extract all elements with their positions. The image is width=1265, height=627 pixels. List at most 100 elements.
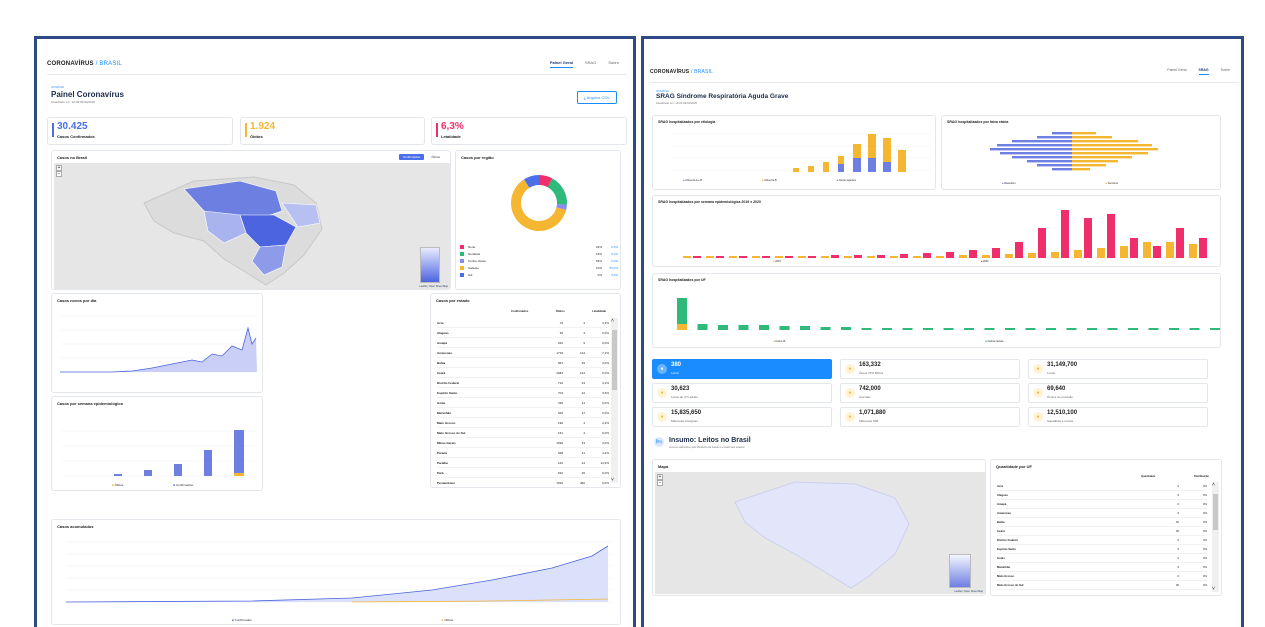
state-lethality: 0,0%: [602, 430, 609, 435]
supply-stat-card[interactable]: ● 1,071,880 Máscaras N95: [840, 407, 1020, 427]
supply-stat-card[interactable]: ● 30,623 Leitos de UTI adulto: [652, 383, 832, 403]
bar-2019: [867, 256, 875, 258]
state-confirmed: 704: [557, 390, 563, 395]
state-lethality: 4,2%: [602, 450, 609, 455]
week-2019-2020-card: SRAG hospitalizados por semana epidemiol…: [652, 195, 1221, 267]
table-row[interactable]: Goiás 336 14 0,0%: [437, 398, 609, 408]
table-row[interactable]: Minas Gerais 1090 33 3,0%: [437, 438, 609, 448]
supply-stat-card[interactable]: ● 69,640 Óculos de proteção: [1028, 383, 1208, 403]
csv-download-button[interactable]: ⤓ Arquivo CSV: [577, 91, 617, 104]
map-area[interactable]: + − Leaflet | Open Street Map: [655, 472, 985, 594]
map-attribution[interactable]: Leaflet | Open Street Map: [419, 285, 448, 288]
brand-name: CORONAVÍRUS: [650, 68, 690, 75]
col-obitos[interactable]: Óbitos: [556, 309, 565, 313]
scroll-up-icon[interactable]: ˄: [1212, 482, 1215, 488]
tab-srag[interactable]: SRAG: [585, 60, 596, 68]
tab-srag[interactable]: SRAG: [1198, 68, 1209, 75]
brand[interactable]: CORONAVÍRUS / BRASIL: [650, 69, 713, 75]
supply-stat-card[interactable]: ● 12,510,100 Sapatilhas e toucas: [1028, 407, 1208, 427]
supply-stat-card[interactable]: ● 15,835,650 Máscaras cirúrgicas: [652, 407, 832, 427]
toggle-confirmados[interactable]: Confirmados: [398, 154, 424, 160]
table-row[interactable]: Espírito Santo 0 0%: [997, 545, 1207, 554]
bar-2020: [1084, 218, 1092, 258]
toggle-obitos[interactable]: Óbitos: [427, 154, 444, 160]
table-row[interactable]: Mato Grosso 190 4 2,2%: [437, 418, 609, 428]
bottle-icon: ●: [845, 364, 855, 374]
table-row[interactable]: Pará 632 25 0,0%: [437, 468, 609, 478]
table-row[interactable]: Ceará 2084 124 6,0%: [437, 368, 609, 378]
supply-stat-card[interactable]: ● 742,000 Aventais: [840, 383, 1020, 403]
map-area[interactable]: + − Leaflet | Open Street Map: [54, 163, 450, 289]
updated-text: Atualizado em: 16:00 06/04/2020: [656, 101, 698, 105]
table-row[interactable]: Mato Grosso do Sul 151 4 0,0%: [437, 428, 609, 438]
table-row[interactable]: Espírito Santo 704 22 3,6%: [437, 388, 609, 398]
age-legend: ■ Masculino ■ Feminino: [1002, 182, 1118, 185]
nav-tabs: Painel Geral SRAG Sobre: [549, 60, 619, 68]
bar-2019: [1120, 246, 1128, 258]
stat-label: Óculos de proteção: [1047, 395, 1074, 399]
supply-stat-card[interactable]: ● 380 Leitos: [652, 359, 832, 379]
table-row[interactable]: Bahia 961 29 3,0%: [437, 358, 609, 368]
table-row[interactable]: Paraná 928 41 4,2%: [437, 448, 609, 458]
uf-quantity: 30: [1175, 529, 1179, 533]
insumo-map-title: Mapa: [658, 464, 669, 469]
uf-distribution: 0%: [1202, 547, 1207, 551]
table-row[interactable]: Distrito Federal 710 23 3,2%: [437, 378, 609, 388]
map-attribution[interactable]: Leaflet | Open Street Map: [954, 590, 983, 593]
table-row[interactable]: Amapá 262 9 0,0%: [437, 338, 609, 348]
scroll-thumb[interactable]: [612, 330, 617, 390]
table-row[interactable]: Amazonas 0 0%: [997, 509, 1207, 518]
uf-name: Goiás: [997, 556, 1005, 560]
table-row[interactable]: Alagoas 0 0%: [997, 491, 1207, 500]
state-confirmed: 2084: [556, 370, 563, 375]
zoom-out-button[interactable]: −: [56, 171, 62, 177]
uf-distribution: 0%: [1202, 502, 1207, 506]
table-row[interactable]: Maranhão 0 0%: [997, 563, 1207, 572]
legend-obitos: ■ Óbitos: [441, 618, 453, 622]
scrollbar[interactable]: ˄ ˅: [1212, 482, 1219, 592]
zoom-out-button[interactable]: −: [657, 480, 663, 486]
scroll-up-icon[interactable]: ˄: [611, 318, 614, 324]
table-row[interactable]: Acre 0 0%: [997, 482, 1207, 491]
table-row[interactable]: Maranhão 926 37 0,0%: [437, 408, 609, 418]
table-row[interactable]: Pernambuco 1520 482 0,0%: [437, 478, 609, 486]
col-distribuicao[interactable]: Distribuição: [1194, 475, 1209, 478]
supply-stat-card[interactable]: ● 163,332 Álcool 70% 500ml: [840, 359, 1020, 379]
bar-2019: [821, 256, 829, 258]
scroll-thumb[interactable]: [1213, 494, 1218, 530]
brazil-map[interactable]: [655, 472, 985, 594]
col-quantidade[interactable]: Quantidade: [1141, 475, 1155, 478]
supply-stat-card[interactable]: ● 31,149,700 Luvas: [1028, 359, 1208, 379]
legend-swatch: [460, 265, 464, 270]
table-row[interactable]: Mato Grosso 0 0%: [997, 572, 1207, 581]
bar-2019: [1051, 252, 1059, 258]
table-row[interactable]: Goiás 0 0%: [997, 554, 1207, 563]
bar-outras: [984, 328, 995, 330]
bar-2020: [1061, 210, 1069, 258]
scroll-down-icon[interactable]: ˅: [1212, 586, 1215, 592]
table-row[interactable]: Bahia 40 0%: [997, 518, 1207, 527]
table-row[interactable]: Amapá 0 0%: [997, 500, 1207, 509]
brazil-map[interactable]: [54, 163, 450, 289]
insumo-title: Insumo: Leitos no Brasil: [669, 437, 751, 444]
table-row[interactable]: Alagoas 36 3 0,0%: [437, 328, 609, 338]
col-letalidade[interactable]: Letalidade: [592, 309, 606, 313]
table-row[interactable]: Mato Grosso do Sul 30 0%: [997, 581, 1207, 590]
supply-stats-grid: ● 380 Leitos ● 163,332 Álcool 70% 500ml ● 31,14…: [652, 359, 1222, 459]
scrollbar[interactable]: ˄ ˅: [611, 318, 618, 483]
tab-sobre[interactable]: Sobre: [608, 60, 619, 68]
table-row[interactable]: Amazonas 1719 124 7,2%: [437, 348, 609, 358]
tab-sobre[interactable]: Sobre: [1221, 68, 1230, 75]
table-row[interactable]: Distrito Federal 0 0%: [997, 536, 1207, 545]
stat-value: 1,071,880: [859, 410, 886, 416]
table-row[interactable]: Paraíba 162 24 14,3%: [437, 458, 609, 468]
tab-painel-geral[interactable]: Painel Geral: [1167, 68, 1186, 75]
table-row[interactable]: Acre 70 4 4,3%: [437, 318, 609, 328]
col-confirmados[interactable]: Confirmados: [511, 309, 528, 313]
scroll-down-icon[interactable]: ˅: [611, 477, 614, 483]
brand[interactable]: CORONAVÍRUS / BRASIL: [47, 61, 122, 67]
bar-2020: [854, 255, 862, 258]
table-row[interactable]: Ceará 30 0%: [997, 527, 1207, 536]
uf-legend: ■ Covid-19 ■ Outras causas: [773, 340, 1004, 343]
tab-painel-geral[interactable]: Painel Geral: [549, 60, 573, 68]
